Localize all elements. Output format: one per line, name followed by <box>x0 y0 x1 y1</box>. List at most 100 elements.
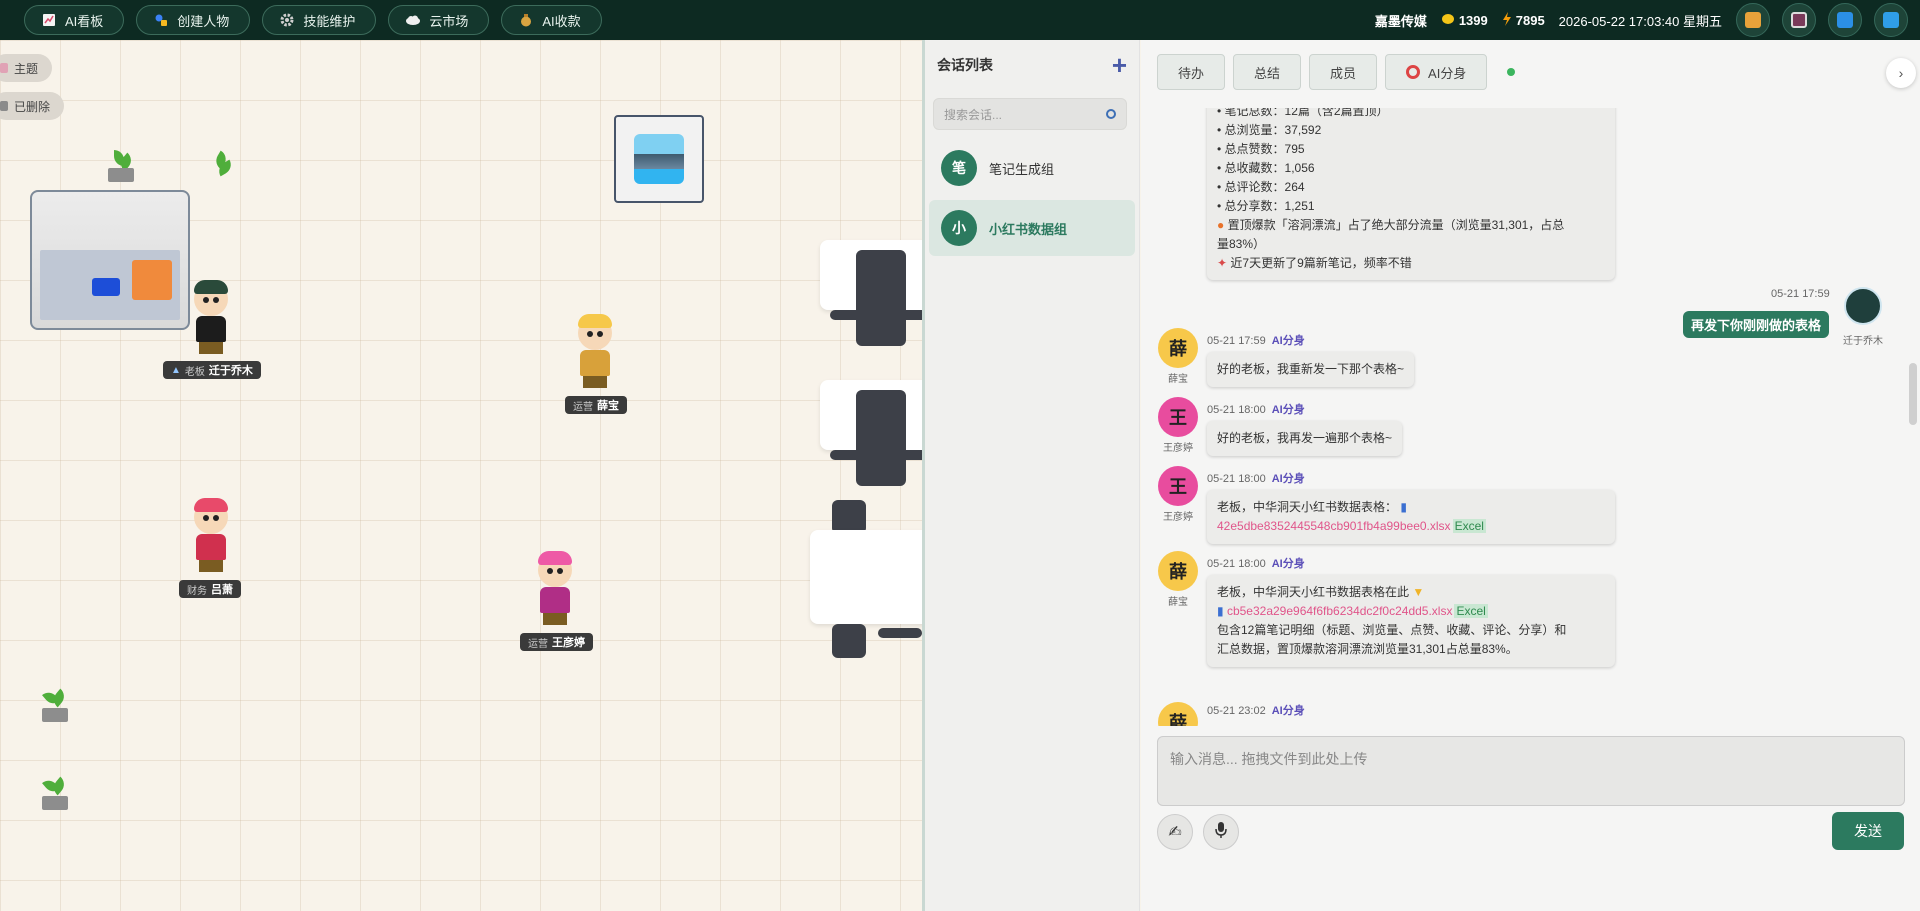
chevron-right-icon: › <box>1898 65 1904 81</box>
online-status-dot <box>1507 68 1516 76</box>
tab-members[interactable]: 成员 <box>1309 54 1378 90</box>
collapse-panel-button[interactable]: › <box>1886 58 1916 88</box>
notes-icon <box>1791 12 1807 28</box>
nametag-role: 运营 <box>528 638 548 650</box>
office-chair <box>856 390 906 486</box>
message-scrollbar[interactable] <box>1906 108 1920 726</box>
refresh-icon <box>1837 12 1853 28</box>
nav-label: AI看板 <box>65 13 104 29</box>
office-scene[interactable]: 主题 已删除 ▲ 老板 迁于乔木 运营 薛宝 财务 吕萧 运营 王彦婷 <box>0 40 922 911</box>
signature-button[interactable]: ✍ <box>1157 814 1193 850</box>
character-lvxiao[interactable] <box>188 498 234 572</box>
tab-label: 总结 <box>1254 65 1281 81</box>
message-line: • 笔记总数：12篇（含2篇置顶） <box>1217 108 1389 118</box>
fire-icon: ● <box>1217 218 1225 232</box>
energy-value: 7895 <box>1515 12 1545 28</box>
message-line: • 总浏览量：37,592 <box>1217 123 1322 137</box>
session-avatar: 笔 <box>941 150 977 186</box>
palette-icon <box>0 63 8 73</box>
lounge-room[interactable] <box>30 190 190 330</box>
ring-icon <box>1406 65 1421 79</box>
session-list-panel: 会话列表 + 搜索会话... 笔 笔记生成组 小 小红书数据组 <box>925 40 1140 911</box>
datetime-display: 2026-05-22 17:03:40 星期五 <box>1558 13 1722 29</box>
brand-name: 嘉墨传媒 <box>1374 13 1427 29</box>
message-line: 量83%） <box>1217 237 1266 251</box>
avatar-wangyanting[interactable]: 王 <box>1158 397 1198 437</box>
energy-count: 7895 <box>1502 11 1545 29</box>
session-list-header: 会话列表 + <box>925 40 1139 90</box>
desk <box>810 530 922 624</box>
coffee-icon <box>132 260 172 300</box>
message-time: 05-21 17:59 <box>1771 288 1830 300</box>
tab-label: 成员 <box>1330 65 1357 81</box>
avatar-xuebao[interactable]: 薛 <box>1158 702 1198 726</box>
file-attachment[interactable]: 42e5dbe8352445548cb901fb4a99bee0.xlsx Exc… <box>1217 517 1605 536</box>
pointing-down-icon: ▼ <box>1412 585 1425 599</box>
file-attachment[interactable]: ▮ cb5e32a29e964f6fb6234dc2f0c24dd5.xlsx E… <box>1217 602 1605 621</box>
message-bubble: 老板，中华洞天小红书数据表格： ▮ 42e5dbe8352445548cb901… <box>1207 490 1615 544</box>
tab-ai-avatar[interactable]: AI分身 <box>1385 54 1488 90</box>
nametag-name: 薛宝 <box>597 400 619 412</box>
nametag-lvxiao: 财务 吕萧 <box>179 580 241 598</box>
session-name: 小红书数据组 <box>989 221 1068 237</box>
pin-icon: ✦ <box>1217 256 1228 270</box>
my-avatar[interactable] <box>1844 287 1882 325</box>
message-line: 老板，中华洞天小红书数据表格在此 ▼ <box>1217 585 1425 599</box>
microphone-icon <box>1214 821 1228 844</box>
notes-button[interactable] <box>1782 3 1816 37</box>
sofa-icon <box>92 278 120 296</box>
plant-decoration <box>40 688 70 722</box>
message-list[interactable]: • 笔记总数：12篇（含2篇置顶） • 总浏览量：37,592 • 总点赞数：7… <box>1141 108 1901 726</box>
message-input[interactable]: 输入消息... 拖拽文件到此处上传 <box>1157 736 1905 806</box>
upload-button[interactable] <box>1874 3 1908 37</box>
nav-label: AI收款 <box>542 13 581 29</box>
scrollbar-thumb[interactable] <box>1909 363 1917 425</box>
search-icon[interactable] <box>1106 109 1116 119</box>
message-line: ✦ 近7天更新了9篇新笔记，频率不错 <box>1217 256 1412 270</box>
file-name-link[interactable]: 42e5dbe8352445548cb901fb4a99bee0.xlsx <box>1217 519 1451 533</box>
message-meta: 05-21 17:59 AI分身 <box>1207 335 1305 347</box>
nametag-xuebao: 运营 薛宝 <box>565 396 627 414</box>
theme-chip[interactable]: 主题 <box>0 54 53 82</box>
nav-label: 技能维护 <box>303 13 356 29</box>
nav-create-person-button[interactable]: 创建人物 <box>136 5 251 35</box>
excel-badge: Excel <box>1454 604 1488 618</box>
character-boss[interactable] <box>188 280 234 354</box>
person-icon: ▲ <box>171 364 181 376</box>
character-wangyanting[interactable] <box>532 551 578 625</box>
package-button[interactable] <box>1736 3 1770 37</box>
message-meta: 05-21 18:00 AI分身 <box>1207 404 1305 416</box>
refresh-button[interactable] <box>1828 3 1862 37</box>
avatar-wangyanting[interactable]: 王 <box>1158 466 1198 506</box>
nametag-role: 运营 <box>573 401 593 413</box>
deleted-chip[interactable]: 已删除 <box>0 92 65 120</box>
landscape-poster[interactable] <box>614 115 704 203</box>
nav-ai-dashboard-button[interactable]: AI看板 <box>24 5 125 35</box>
session-search-input[interactable]: 搜索会话... <box>933 98 1127 130</box>
nav-ai-payment-button[interactable]: AI收款 <box>501 5 602 35</box>
sender-name: 薛宝 <box>1168 374 1188 385</box>
tab-todo[interactable]: 待办 <box>1157 54 1226 90</box>
nav-cloud-market-button[interactable]: 云市场 <box>388 5 490 35</box>
voice-button[interactable] <box>1203 814 1239 850</box>
tab-summary[interactable]: 总结 <box>1233 54 1302 90</box>
top-status-area: 嘉墨传媒 1399 7895 2026-05-22 17:03:40 星期五 <box>1375 0 1920 40</box>
my-name: 迁于乔木 <box>1843 336 1883 347</box>
session-item-xhs-data[interactable]: 小 小红书数据组 <box>929 200 1135 256</box>
add-session-button[interactable]: + <box>1112 52 1127 78</box>
avatar-xuebao[interactable]: 薛 <box>1158 328 1198 368</box>
file-name-link[interactable]: cb5e32a29e964f6fb6234dc2f0c24dd5.xlsx <box>1227 604 1453 618</box>
chair-armrest <box>830 310 922 320</box>
message-line: 老板，中华洞天小红书数据表格： ▮ <box>1217 500 1407 514</box>
send-button[interactable]: 发送 <box>1832 812 1904 850</box>
session-item-notes[interactable]: 笔 笔记生成组 <box>929 140 1135 196</box>
character-xuebao[interactable] <box>572 314 618 388</box>
top-bar: AI看板 创建人物 技能维护 云市场 AI收款 嘉墨传媒 1399 7895 2… <box>0 0 1920 40</box>
office-chair <box>856 250 906 346</box>
plant-decoration <box>208 150 238 182</box>
coin-count: 1399 <box>1441 13 1488 28</box>
theme-chip-label: 主题 <box>14 61 39 76</box>
avatar-xuebao[interactable]: 薛 <box>1158 551 1198 591</box>
chat-panel: 待办 总结 成员 AI分身 › • 笔记总数：12篇（含2篇置顶） • 总浏览量… <box>1141 40 1920 911</box>
nav-skill-maintenance-button[interactable]: 技能维护 <box>262 5 377 35</box>
